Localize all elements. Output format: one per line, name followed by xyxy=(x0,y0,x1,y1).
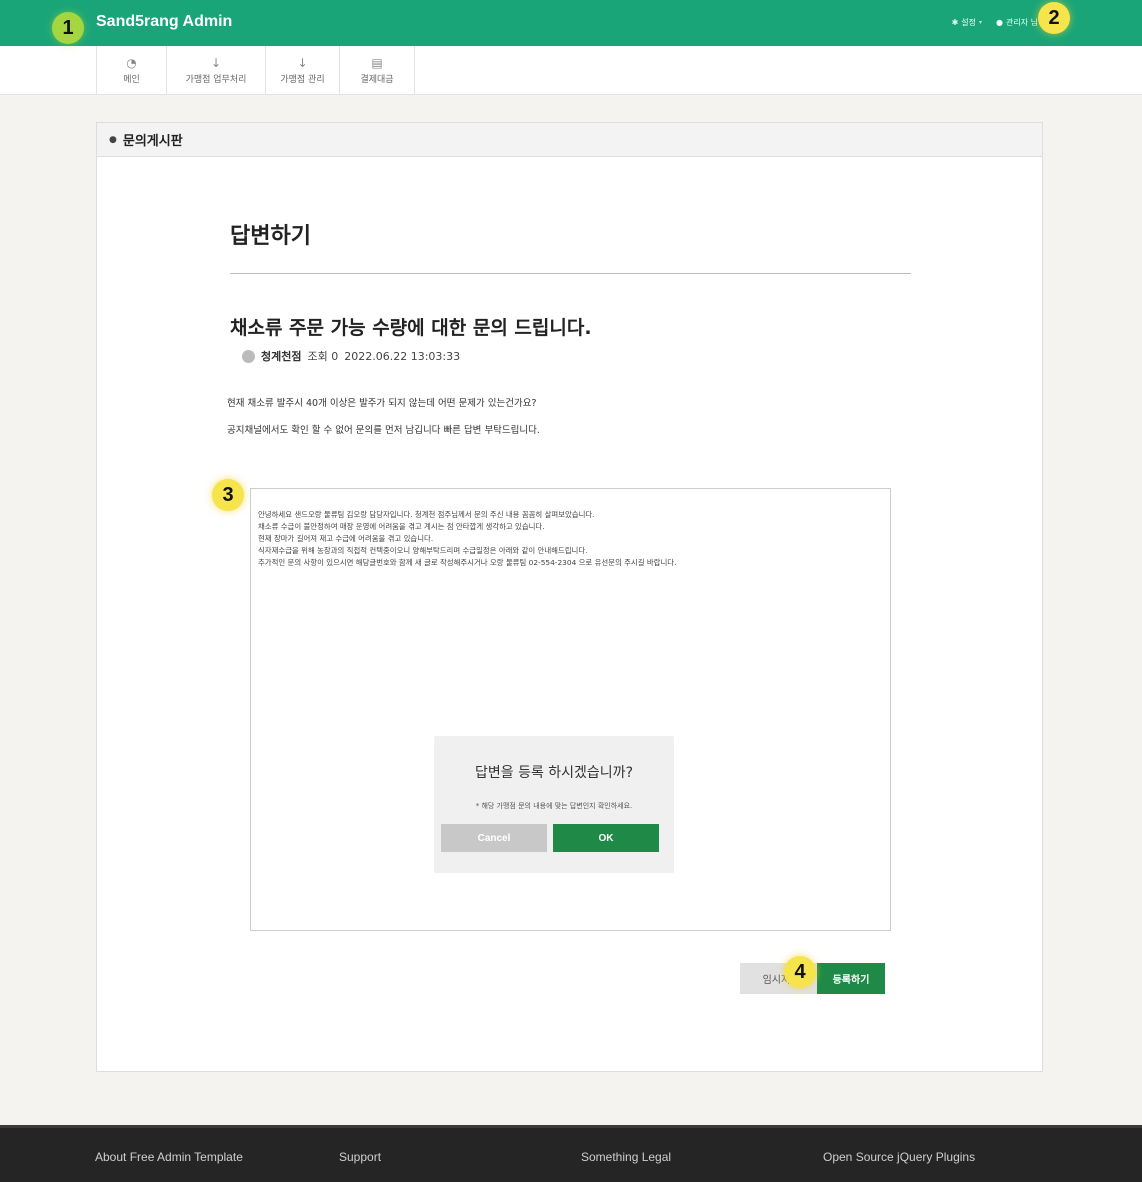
footer-link-support[interactable]: Support xyxy=(339,1150,381,1164)
reply-line: 현재 장마가 길어져 재고 수급에 어려움을 겪고 있습니다. xyxy=(258,534,434,543)
user-label: 관리자 님 xyxy=(1006,18,1038,27)
annotation-marker-2: 2 xyxy=(1038,2,1070,34)
footer-link-legal[interactable]: Something Legal xyxy=(581,1150,671,1164)
reply-editor[interactable]: 안녕하세요 샌드오랑 물류팀 김오랑 담당자입니다. 청계천 점주님께서 문의 … xyxy=(250,488,891,931)
post-body-line: 현재 채소류 발주시 40개 이상은 발주가 되지 않는데 어떤 문제가 있는건… xyxy=(227,398,537,409)
title-divider xyxy=(230,273,911,274)
dialog-title: 답변을 등록 하시겠습니까? xyxy=(474,765,633,781)
dashboard-icon: ◔ xyxy=(126,55,137,70)
tab-store-operations-label: 가맹점 업무처리 xyxy=(185,74,247,85)
page-title: 답변하기 xyxy=(230,224,311,249)
confirm-dialog: 답변을 등록 하시겠습니까? * 해당 가맹점 문의 내용에 맞는 답변인지 확… xyxy=(434,736,674,873)
post-author: 청계천점 xyxy=(261,350,302,363)
settings-menu[interactable]: ✱ 설정 ▾ xyxy=(952,17,982,28)
reply-line: 채소류 수급이 불안정하여 매장 운영에 어려움을 겪고 계시는 점 안타깝게 … xyxy=(258,522,545,531)
submit-button[interactable]: 등록하기 xyxy=(817,963,885,994)
panel-header: ● 문의게시판 xyxy=(97,123,1042,157)
reply-line: 식자재수급을 위해 농장과의 직접적 컨택중이오니 양해부탁드리며 수급일정은 … xyxy=(258,546,588,555)
gear-icon: ✱ xyxy=(951,18,959,27)
user-icon: ● xyxy=(109,134,117,145)
reply-line: 안녕하세요 샌드오랑 물류팀 김오랑 담당자입니다. 청계천 점주님께서 문의 … xyxy=(258,510,595,519)
tab-payment[interactable]: ▤ 결제대금 xyxy=(340,46,415,95)
board-panel: ● 문의게시판 답변하기 채소류 주문 가능 수량에 대한 문의 드립니다. 청… xyxy=(96,122,1043,1072)
panel-title: 문의게시판 xyxy=(122,134,183,149)
avatar xyxy=(242,349,255,363)
top-nav: ✱ 설정 ▾ ● 관리자 님 ▾ xyxy=(952,17,1044,28)
tab-store-management-label: 가맹점 관리 xyxy=(280,74,325,85)
annotation-marker-1: 1 xyxy=(52,12,84,44)
tab-main[interactable]: ◔ 메인 xyxy=(96,46,167,95)
tab-payment-label: 결제대금 xyxy=(360,74,394,85)
user-menu[interactable]: ● 관리자 님 ▾ xyxy=(996,17,1044,28)
user-icon: ● xyxy=(996,18,1003,27)
footer: About Free Admin Template Support Someth… xyxy=(0,1125,1142,1182)
arrow-down-icon: ↓ xyxy=(210,55,222,70)
post-title: 채소류 주문 가능 수량에 대한 문의 드립니다. xyxy=(230,317,592,339)
post-views: 조회 0 xyxy=(307,350,339,363)
reply-text: 안녕하세요 샌드오랑 물류팀 김오랑 담당자입니다. 청계천 점주님께서 문의 … xyxy=(258,509,676,569)
footer-link-about[interactable]: About Free Admin Template xyxy=(95,1150,243,1164)
reply-line: 추가적인 문의 사항이 있으시면 해당글번호와 함께 새 글로 작성해주시거나 … xyxy=(258,558,677,567)
calendar-icon: ▤ xyxy=(371,55,383,70)
tab-main-label: 메인 xyxy=(123,74,140,85)
annotation-marker-3: 3 xyxy=(212,479,244,511)
ok-button[interactable]: OK xyxy=(553,824,659,852)
brand-title[interactable]: Sand5rang Admin xyxy=(96,13,232,31)
annotation-marker-4: 4 xyxy=(784,956,816,988)
cancel-button[interactable]: Cancel xyxy=(441,824,547,852)
post-meta: 청계천점 조회 0 2022.06.22 13:03:33 xyxy=(242,348,460,364)
post-date: 2022.06.22 13:03:33 xyxy=(344,349,461,363)
tab-store-management[interactable]: ↓ 가맹점 관리 xyxy=(266,46,340,95)
chevron-down-icon: ▾ xyxy=(979,19,983,26)
arrow-down-icon: ↓ xyxy=(297,55,308,70)
sub-nav: ◔ 메인 ↓ 가맹점 업무처리 ↓ 가맹점 관리 ▤ 결제대금 xyxy=(0,46,1142,95)
top-bar: Sand5rang Admin ✱ 설정 ▾ ● 관리자 님 ▾ xyxy=(0,0,1142,46)
post-body-line: 공지채널에서도 확인 할 수 없어 문의를 먼저 남깁니다 빠른 답변 부탁드립… xyxy=(227,425,540,436)
dialog-note: * 해당 가맹점 문의 내용에 맞는 답변인지 확인하세요. xyxy=(475,802,633,810)
settings-label: 설정 xyxy=(961,18,976,27)
footer-link-plugins[interactable]: Open Source jQuery Plugins xyxy=(823,1150,975,1164)
tab-store-operations[interactable]: ↓ 가맹점 업무처리 xyxy=(167,46,266,95)
